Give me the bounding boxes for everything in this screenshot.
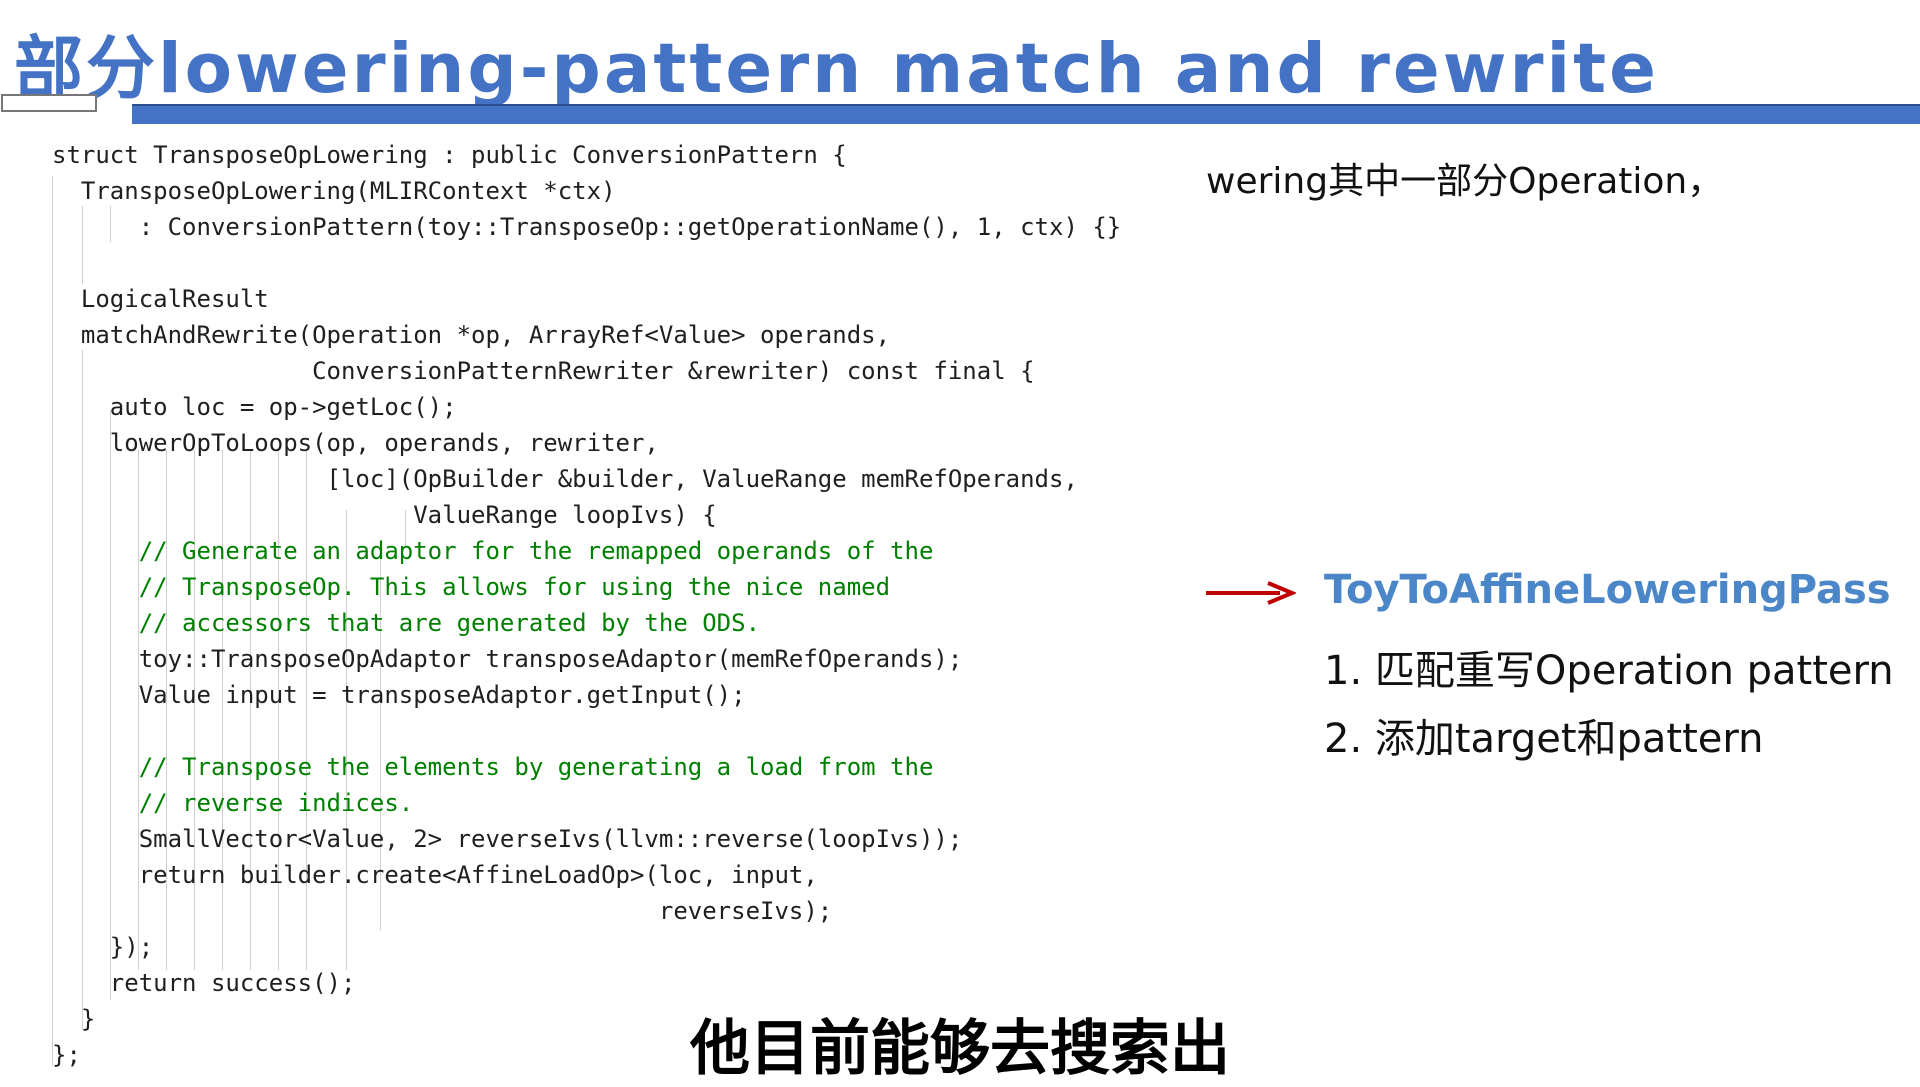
- code-line: SmallVector<Value, 2> reverseIvs(llvm::r…: [52, 825, 963, 853]
- code-line: Value input = transposeAdaptor.getInput(…: [52, 681, 746, 709]
- slide-title: 部分lowering-pattern match and rewrite: [14, 29, 1659, 109]
- step-item: 1. 匹配重写Operation pattern: [1324, 648, 1894, 694]
- code-line: return builder.create<AffineLoadOp>(loc,…: [52, 861, 818, 889]
- code-line: : ConversionPattern(toy::TransposeOp::ge…: [52, 213, 1122, 241]
- step-item: 2. 添加target和pattern: [1324, 716, 1764, 762]
- code-comment-line: // Transpose the elements by generating …: [52, 753, 934, 781]
- right-arrow-icon: [1206, 581, 1296, 605]
- code-line: });: [52, 933, 154, 961]
- code-line: auto loc = op->getLoc();: [52, 393, 457, 421]
- code-line: ConversionPatternRewriter &rewriter) con…: [52, 357, 1035, 385]
- code-line: [loc](OpBuilder &builder, ValueRange mem…: [52, 465, 1078, 493]
- code-line: matchAndRewrite(Operation *op, ArrayRef<…: [52, 321, 891, 349]
- code-line: TransposeOpLowering(MLIRContext *ctx): [52, 177, 616, 205]
- code-comment-line: // TransposeOp. This allows for using th…: [52, 573, 891, 601]
- code-line: toy::TransposeOpAdaptor transposeAdaptor…: [52, 645, 963, 673]
- code-comment-line: // Generate an adaptor for the remapped …: [52, 537, 934, 565]
- code-line: struct TransposeOpLowering : public Conv…: [52, 141, 847, 169]
- code-line: LogicalResult: [52, 285, 269, 313]
- top-note-text: wering其中一部分Operation，: [1206, 161, 1724, 202]
- pass-name: ToyToAffineLoweringPass: [1324, 567, 1891, 613]
- code-line: lowerOpToLoops(op, operands, rewriter,: [52, 429, 659, 457]
- code-line: ValueRange loopIvs) {: [52, 501, 717, 529]
- code-comment-line: // reverse indices.: [52, 789, 414, 817]
- code-line: return success();: [52, 969, 356, 997]
- code-comment-line: // accessors that are generated by the O…: [52, 609, 761, 637]
- code-line: reverseIvs);: [52, 897, 833, 925]
- title-decoration-box: [1, 94, 97, 112]
- title-underline-bar: [132, 104, 1920, 124]
